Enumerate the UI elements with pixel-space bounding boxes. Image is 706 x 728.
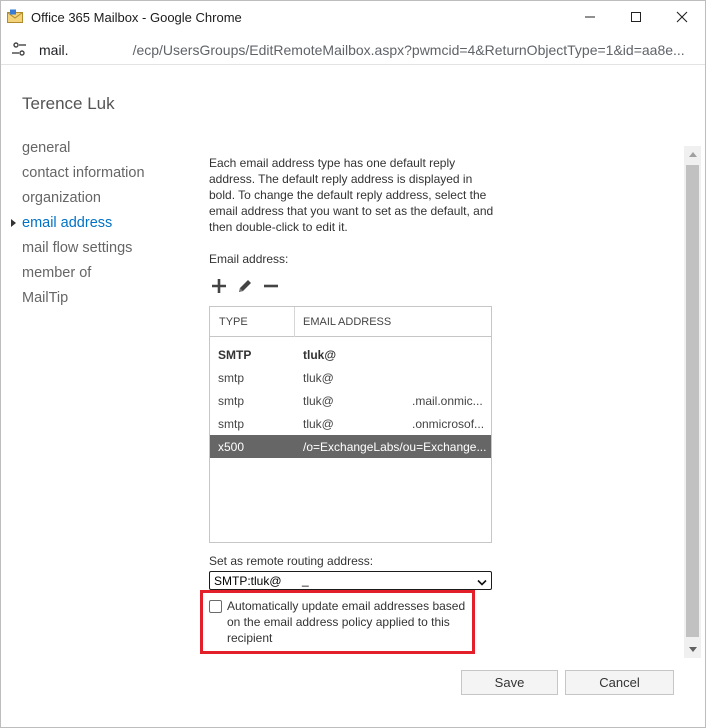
side-nav: general contact information organization… xyxy=(11,138,145,313)
table-row[interactable]: smtp tluk@ xyxy=(210,366,491,389)
cell-type: smtp xyxy=(218,394,245,408)
scrollbar-thumb[interactable] xyxy=(686,165,699,637)
table-row[interactable]: smtp tluk@ .mail.onmic... xyxy=(210,389,491,412)
auto-update-checkbox[interactable] xyxy=(209,600,222,613)
auto-update-label[interactable]: Automatically update email addresses bas… xyxy=(227,598,472,646)
cell-email: tluk@ xyxy=(303,348,337,362)
table-row[interactable]: SMTP tluk@ xyxy=(210,343,491,366)
add-icon[interactable] xyxy=(209,276,229,296)
cell-type: smtp xyxy=(218,371,245,385)
routing-address-extra: _ xyxy=(302,573,309,587)
nav-item-label: MailTip xyxy=(22,290,69,306)
edit-pencil-icon[interactable] xyxy=(235,276,255,296)
address-bar[interactable]: mail. /ecp/UsersGroups/EditRemoteMailbox.… xyxy=(1,33,705,65)
nav-item-label: contact information xyxy=(22,165,145,181)
nav-item-mailtip[interactable]: MailTip xyxy=(22,288,145,313)
cell-email: tluk@ xyxy=(303,371,334,385)
window-title: Office 365 Mailbox - Google Chrome xyxy=(31,10,242,25)
cell-type: smtp xyxy=(218,417,245,431)
nav-item-general[interactable]: general xyxy=(22,138,145,163)
nav-item-label: mail flow settings xyxy=(22,240,133,256)
table-header: TYPE EMAIL ADDRESS xyxy=(210,307,491,337)
scroll-up-arrow-icon[interactable] xyxy=(684,146,701,163)
nav-item-label: organization xyxy=(22,190,101,206)
nav-item-label: email address xyxy=(22,215,113,231)
maximize-button[interactable] xyxy=(613,1,659,33)
minimize-button[interactable] xyxy=(567,1,613,33)
cell-domain: .mail.onmic... xyxy=(412,394,483,408)
cell-email: tluk@ xyxy=(303,394,334,408)
email-address-label: Email address: xyxy=(209,252,289,266)
cancel-button[interactable]: Cancel xyxy=(565,670,674,695)
cell-domain: .onmicrosof... xyxy=(412,417,485,431)
nav-item-organization[interactable]: organization xyxy=(22,188,145,213)
save-button[interactable]: Save xyxy=(461,670,558,695)
nav-item-label: member of xyxy=(22,265,92,281)
close-button[interactable] xyxy=(659,1,705,33)
remove-icon[interactable] xyxy=(261,276,281,296)
scroll-down-arrow-icon[interactable] xyxy=(684,641,701,658)
email-address-description: Each email address type has one default … xyxy=(209,156,494,234)
table-row-selected[interactable]: x500 /o=ExchangeLabs/ou=Exchange... xyxy=(210,435,491,458)
url-host: mail. xyxy=(39,42,69,58)
table-row[interactable]: smtp tluk@ .onmicrosof... xyxy=(210,412,491,435)
column-divider xyxy=(294,307,295,337)
chevron-down-icon xyxy=(477,576,487,586)
routing-address-label: Set as remote routing address: xyxy=(209,554,374,568)
column-header-type[interactable]: TYPE xyxy=(219,316,248,328)
nav-item-email-address[interactable]: email address xyxy=(11,213,145,238)
cell-type: x500 xyxy=(218,440,245,454)
active-arrow-icon xyxy=(11,219,16,227)
mailbox-envelope-icon xyxy=(7,9,23,23)
url-text[interactable]: mail. /ecp/UsersGroups/EditRemoteMailbox.… xyxy=(39,41,685,58)
nav-item-contact-information[interactable]: contact information xyxy=(22,163,145,188)
cell-email: tluk@ xyxy=(303,417,334,431)
browser-window: Office 365 Mailbox - Google Chrome mail.… xyxy=(0,0,706,728)
redacted-block xyxy=(69,41,133,55)
nav-item-label: general xyxy=(22,140,71,156)
nav-item-member-of[interactable]: member of xyxy=(22,263,145,288)
url-path: /ecp/UsersGroups/EditRemoteMailbox.aspx?… xyxy=(132,42,685,58)
site-settings-icon[interactable] xyxy=(11,41,27,57)
cell-email: /o=ExchangeLabs/ou=Exchange... xyxy=(303,440,487,454)
routing-address-select[interactable]: SMTP:tluk@ _ xyxy=(209,571,492,590)
routing-address-value: SMTP:tluk@ xyxy=(214,574,282,588)
column-header-email[interactable]: EMAIL ADDRESS xyxy=(303,316,391,328)
cell-type: SMTP xyxy=(218,348,252,362)
nav-item-mail-flow-settings[interactable]: mail flow settings xyxy=(22,238,145,263)
page-title: Terence Luk xyxy=(22,94,115,113)
email-address-table[interactable]: TYPE EMAIL ADDRESS SMTP tluk@ smtp tluk@… xyxy=(209,306,492,543)
table-body: SMTP tluk@ smtp tluk@ smtp tluk@ .mail.o… xyxy=(210,343,491,458)
vertical-scrollbar[interactable] xyxy=(684,146,701,658)
title-bar: Office 365 Mailbox - Google Chrome xyxy=(1,1,705,33)
